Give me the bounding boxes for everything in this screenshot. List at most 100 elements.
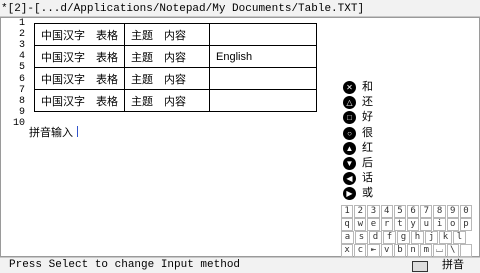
- keyboard-key[interactable]: 6: [407, 205, 420, 218]
- keyboard-key[interactable]: ⇤: [367, 244, 380, 257]
- input-line[interactable]: 拼音输入: [29, 124, 78, 140]
- line-number: 3: [18, 40, 25, 52]
- keyboard-key[interactable]: 5: [393, 205, 407, 218]
- candidate-char: 好: [362, 111, 373, 124]
- candidate-item[interactable]: ▶ 或: [343, 186, 373, 201]
- circle-button-icon: ○: [343, 126, 356, 140]
- keyboard-key[interactable]: u: [420, 218, 433, 231]
- keyboard-key[interactable]: i: [433, 218, 446, 231]
- keyboard-key[interactable]: 9: [446, 205, 459, 218]
- keyboard-key[interactable]: d: [369, 231, 382, 244]
- input-method-label[interactable]: 拼音: [442, 258, 464, 273]
- keyboard-key[interactable]: 1: [341, 205, 354, 218]
- keyboard-key[interactable]: 2: [354, 205, 367, 218]
- line-number: 4: [18, 51, 25, 63]
- table-cell[interactable]: 中国汉字 表格: [34, 23, 125, 46]
- table-row: 中国汉字 表格 主题 内容: [34, 67, 317, 90]
- candidate-char: 话: [362, 172, 373, 185]
- text-editor[interactable]: 1 2 3 4 5 6 7 8 9 10 中国汉字 表格 主题 内容 中国汉字 表格 主题 内容 Engl…: [0, 17, 480, 270]
- table-row: 中国汉字 表格 主题 内容: [34, 23, 317, 46]
- candidate-char: 很: [362, 126, 373, 139]
- table-cell[interactable]: English: [209, 45, 317, 68]
- table-cell[interactable]: 中国汉字 表格: [34, 45, 125, 68]
- line-number: 1: [18, 18, 25, 29]
- keyboard-key[interactable]: 8: [433, 205, 446, 218]
- keyboard-key[interactable]: a: [341, 231, 354, 244]
- keyboard-key[interactable]: ⌴: [433, 244, 446, 257]
- candidate-char: 和: [362, 81, 373, 93]
- keyboard-key[interactable]: w: [354, 218, 367, 231]
- table-cell[interactable]: 主题 内容: [124, 45, 210, 68]
- keyboard-key[interactable]: 7: [420, 205, 433, 218]
- keyboard-key[interactable]: t: [393, 218, 407, 231]
- keyboard-row: x c ⇤ v b n m ⌴ \: [341, 244, 473, 257]
- keyboard-key[interactable]: [459, 244, 473, 257]
- keyboard-key[interactable]: s: [355, 231, 368, 244]
- keyboard-key[interactable]: k: [439, 231, 452, 244]
- table-cell[interactable]: [209, 89, 317, 112]
- candidate-item[interactable]: ▲ 红: [343, 141, 373, 156]
- triangle-button-icon: △: [343, 96, 356, 110]
- cross-button-icon: ✕: [343, 81, 356, 94]
- table-cell[interactable]: 主题 内容: [124, 89, 210, 112]
- dpad-up-icon: ▲: [343, 141, 356, 155]
- dpad-down-icon: ▼: [343, 157, 356, 170]
- candidate-item[interactable]: △ 还: [343, 95, 373, 110]
- keyboard-key[interactable]: l: [453, 231, 466, 244]
- keyboard-row: asdfghjkl: [341, 231, 473, 244]
- keyboard-key[interactable]: c: [354, 244, 367, 257]
- table-cell[interactable]: [209, 23, 317, 46]
- dpad-right-icon: ▶: [343, 187, 356, 201]
- table-cell[interactable]: [209, 67, 317, 90]
- square-button-icon: □: [343, 111, 356, 125]
- keyboard-key[interactable]: g: [397, 231, 410, 244]
- table-cell[interactable]: 主题 内容: [124, 67, 210, 90]
- keyboard-key[interactable]: 4: [380, 205, 393, 218]
- candidate-item[interactable]: ▼ 后: [343, 156, 373, 171]
- window-title: *[2]-[...d/Applications/Notepad/My Docum…: [1, 3, 365, 15]
- title-bar: *[2]-[...d/Applications/Notepad/My Docum…: [0, 0, 480, 17]
- candidate-char: 红: [362, 141, 373, 154]
- table-cell[interactable]: 中国汉字 表格: [34, 89, 125, 112]
- input-text: 拼音输入: [29, 127, 73, 139]
- keyboard-key[interactable]: m: [420, 244, 433, 257]
- candidate-item[interactable]: ○ 很: [343, 126, 373, 141]
- keyboard-key[interactable]: p: [459, 218, 473, 231]
- candidate-panel: ✕ 和 △ 还 □ 好 ○ 很 ▲ 红 ▼ 后 ◀ 话 ▶ 或: [339, 80, 479, 202]
- candidate-char: 或: [362, 187, 373, 200]
- keyboard-key[interactable]: f: [383, 231, 396, 244]
- status-message: Press Select to change Input method: [9, 259, 241, 271]
- keyboard-key[interactable]: r: [380, 218, 393, 231]
- line-number: 9: [18, 106, 25, 118]
- keyboard-key[interactable]: b: [393, 244, 407, 257]
- keyboard-key[interactable]: q: [341, 218, 354, 231]
- table-cell[interactable]: 中国汉字 表格: [34, 67, 125, 90]
- candidate-item[interactable]: □ 好: [343, 110, 373, 125]
- keyboard-key[interactable]: 0: [459, 205, 473, 218]
- keyboard-key[interactable]: 3: [367, 205, 380, 218]
- line-number: 7: [18, 84, 25, 96]
- keyboard-key[interactable]: j: [425, 231, 438, 244]
- table-cell[interactable]: 主题 内容: [124, 23, 210, 46]
- table-row: 中国汉字 表格 主题 内容: [34, 89, 317, 112]
- candidate-item[interactable]: ✕ 和: [343, 80, 373, 95]
- text-caret: [77, 126, 78, 137]
- keyboard-key[interactable]: y: [407, 218, 420, 231]
- text-table: 中国汉字 表格 主题 内容 中国汉字 表格 主题 内容 English 中国汉字 表格 主题…: [34, 23, 317, 112]
- keyboard-row: 1234567890: [341, 205, 473, 218]
- keyboard-key[interactable]: x: [341, 244, 354, 257]
- line-number: 5: [18, 62, 25, 74]
- table-row: 中国汉字 表格 主题 内容 English: [34, 45, 317, 68]
- keyboard-key[interactable]: n: [407, 244, 420, 257]
- line-number: 10: [12, 117, 25, 129]
- keyboard-key[interactable]: v: [380, 244, 393, 257]
- candidate-item[interactable]: ◀ 话: [343, 171, 373, 186]
- keyboard-icon[interactable]: [412, 261, 428, 272]
- line-number: 8: [18, 95, 25, 107]
- keyboard-key[interactable]: h: [411, 231, 424, 244]
- keyboard-key[interactable]: e: [367, 218, 380, 231]
- keyboard-key[interactable]: \: [446, 244, 459, 257]
- keyboard-key[interactable]: o: [446, 218, 459, 231]
- keyboard-row: qwertyuiop: [341, 218, 473, 231]
- line-number: 6: [18, 73, 25, 85]
